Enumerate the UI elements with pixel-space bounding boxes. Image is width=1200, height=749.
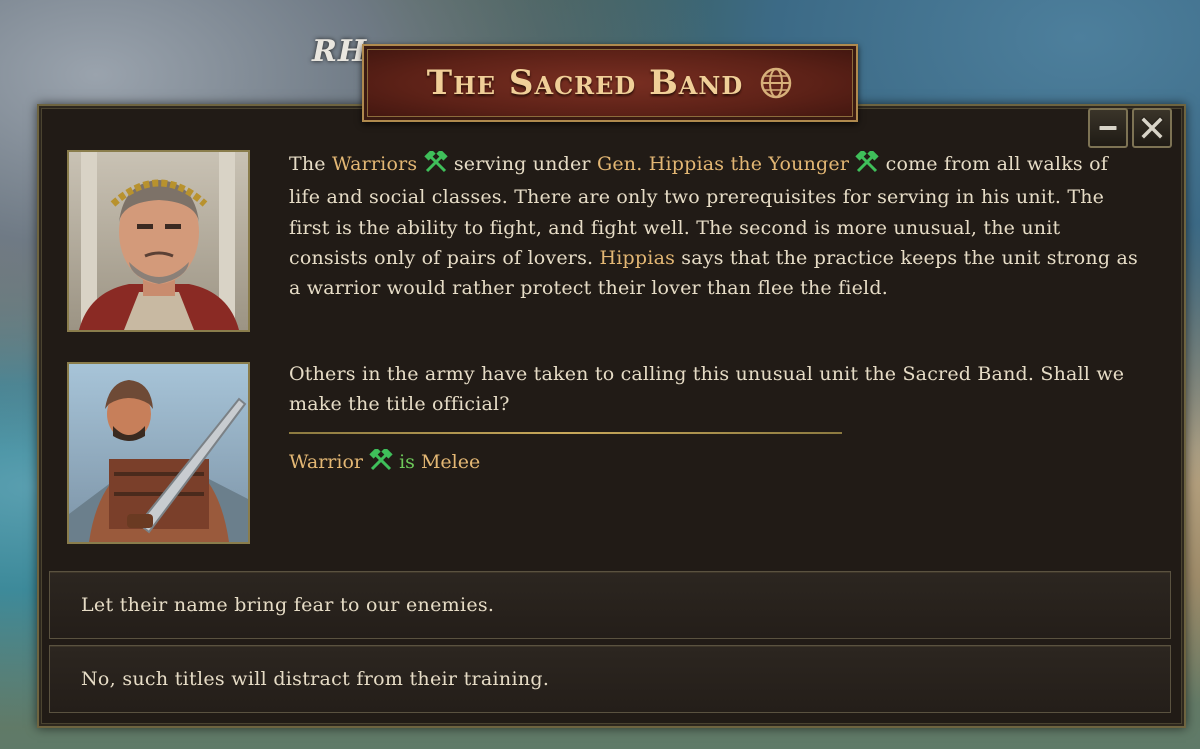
crossed-hammers-icon: [855, 149, 880, 182]
event-description-paragraph-2: Others in the army have taken to calling…: [289, 363, 1125, 416]
dialog-title-plate: The Sacred Band: [362, 44, 858, 122]
general-title-link[interactable]: Gen.: [597, 153, 643, 175]
general-name-link-2[interactable]: Hippias: [600, 247, 676, 269]
unit-type-verb: is: [399, 451, 415, 473]
choice-button-decline[interactable]: No, such titles will distract from their…: [49, 645, 1171, 713]
close-button[interactable]: [1132, 108, 1172, 148]
unit-type-value[interactable]: Melee: [421, 451, 480, 473]
text-segment: serving under: [447, 153, 597, 175]
close-icon: [1140, 116, 1164, 140]
event-description-paragraph-1: The Warriors serving under Gen. Hippias …: [289, 149, 1139, 303]
section-divider: [289, 432, 842, 434]
choice-button-accept[interactable]: Let their name bring fear to our enemies…: [49, 571, 1171, 639]
general-portrait: [67, 150, 250, 332]
minimize-button[interactable]: [1088, 108, 1128, 148]
unit-name-link[interactable]: Warriors: [332, 153, 417, 175]
globe-icon: [759, 66, 793, 100]
text-segment: The: [289, 153, 332, 175]
map-region-label: RH: [312, 34, 368, 69]
minimize-icon: [1098, 125, 1118, 131]
choice-label: Let their name bring fear to our enemies…: [81, 594, 495, 616]
dialog-title: The Sacred Band: [426, 63, 744, 103]
unit-name-link[interactable]: Warrior: [289, 451, 363, 473]
crossed-hammers-icon: [369, 447, 393, 476]
warrior-portrait: [67, 362, 250, 544]
choice-label: No, such titles will distract from their…: [81, 668, 550, 690]
general-name-link[interactable]: Hippias the Younger: [649, 153, 849, 175]
unit-type-info: Warrior is Melee: [289, 447, 480, 476]
crossed-hammers-icon: [423, 149, 448, 182]
